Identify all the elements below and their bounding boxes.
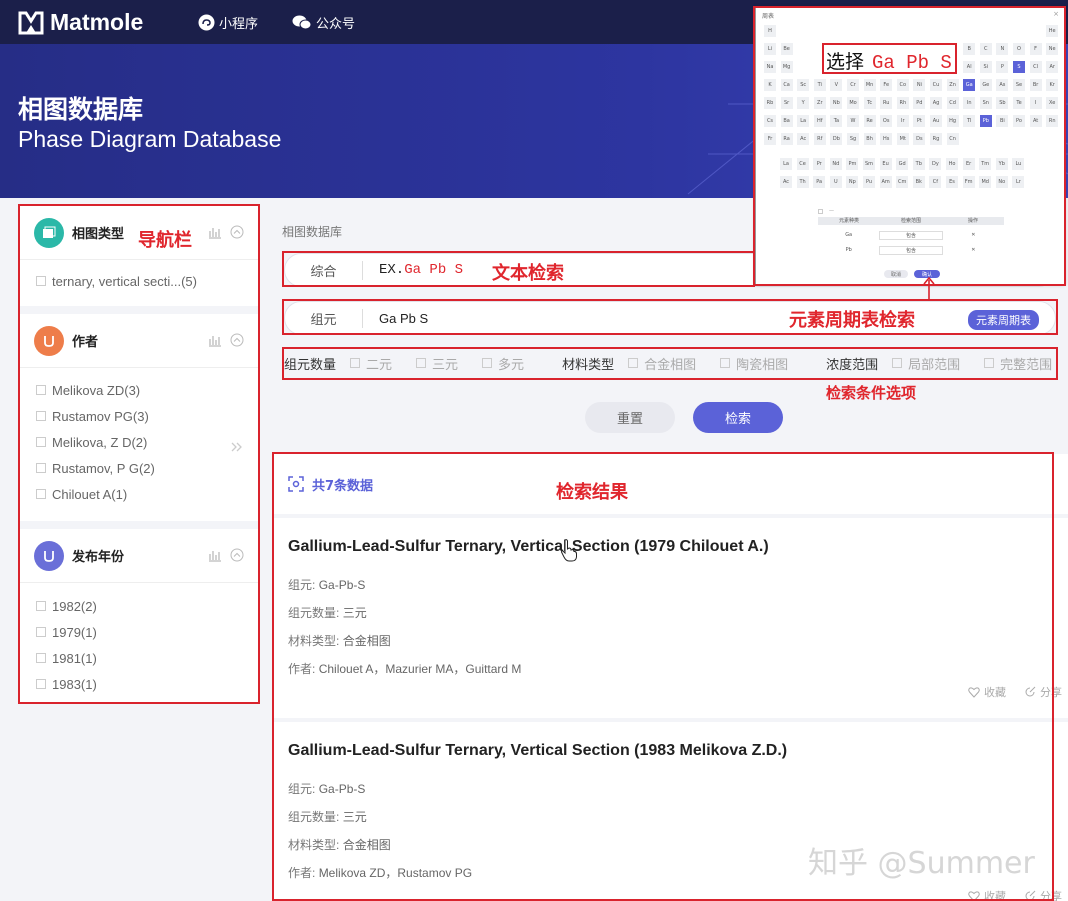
nav-official-account[interactable]: 公众号 — [292, 13, 355, 32]
logo-icon — [18, 11, 44, 34]
breadcrumb: 相图数据库 — [282, 225, 343, 239]
nav-official-account-label: 公众号 — [316, 17, 356, 32]
annotation-box-nav — [18, 204, 260, 704]
search-button[interactable]: 检索 — [693, 402, 783, 433]
nav-miniprogram[interactable]: 小程序 — [198, 13, 258, 32]
annotation-results: 检索结果 — [556, 482, 628, 503]
watermark: 知乎 @Summer — [808, 846, 1035, 881]
annotation-text-search: 文本检索 — [492, 263, 564, 284]
logo-text: Matmole — [50, 9, 144, 35]
banner-title: 相图数据库 — [18, 95, 144, 124]
nav-miniprogram-label: 小程序 — [219, 17, 259, 32]
annotation-box-filters — [282, 347, 1058, 380]
banner-subtitle: Phase Diagram Database — [18, 126, 282, 152]
annotation-select-label: 选择 — [826, 51, 865, 73]
annotation-arrow — [923, 276, 935, 301]
annotation-box-results — [272, 452, 1054, 901]
annotation-select: 选择 Ga Pb S — [826, 47, 952, 74]
reset-button[interactable]: 重置 — [585, 402, 675, 433]
annotation-element-search: 元素周期表检索 — [789, 310, 915, 331]
annotation-filters: 检索条件选项 — [826, 384, 917, 402]
miniprogram-icon — [198, 14, 215, 31]
annotation-nav: 导航栏 — [138, 230, 192, 251]
annotation-box-element-search — [282, 299, 1058, 335]
annotation-select-value: Ga Pb S — [872, 52, 952, 74]
logo[interactable]: Matmole — [18, 9, 143, 36]
wechat-icon — [292, 15, 312, 30]
